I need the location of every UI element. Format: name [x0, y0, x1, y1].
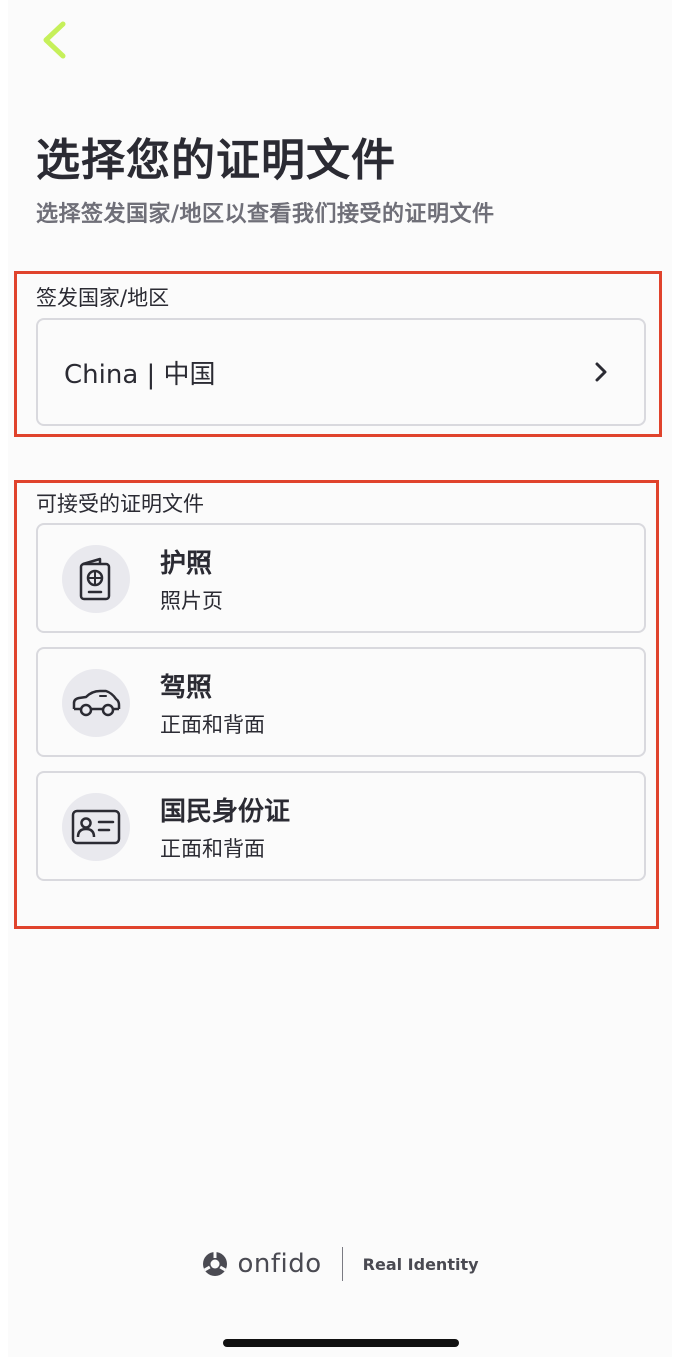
- brand-name: onfido: [237, 1249, 322, 1279]
- brand: onfido Real Identity: [201, 1247, 479, 1281]
- footer-branding: onfido Real Identity: [8, 1244, 672, 1284]
- home-indicator[interactable]: [223, 1339, 459, 1347]
- chevron-left-icon: [43, 21, 66, 59]
- page-subtitle: 选择签发国家/地区以查看我们接受的证明文件: [36, 202, 495, 227]
- back-button[interactable]: [36, 20, 72, 60]
- brand-tagline: Real Identity: [362, 1254, 479, 1274]
- brand-divider: [341, 1247, 343, 1281]
- onfido-logo-icon: [203, 1252, 228, 1276]
- annotation-highlight-documents: [14, 480, 659, 929]
- page-title: 选择您的证明文件: [36, 135, 396, 186]
- annotation-highlight-country: [14, 271, 662, 437]
